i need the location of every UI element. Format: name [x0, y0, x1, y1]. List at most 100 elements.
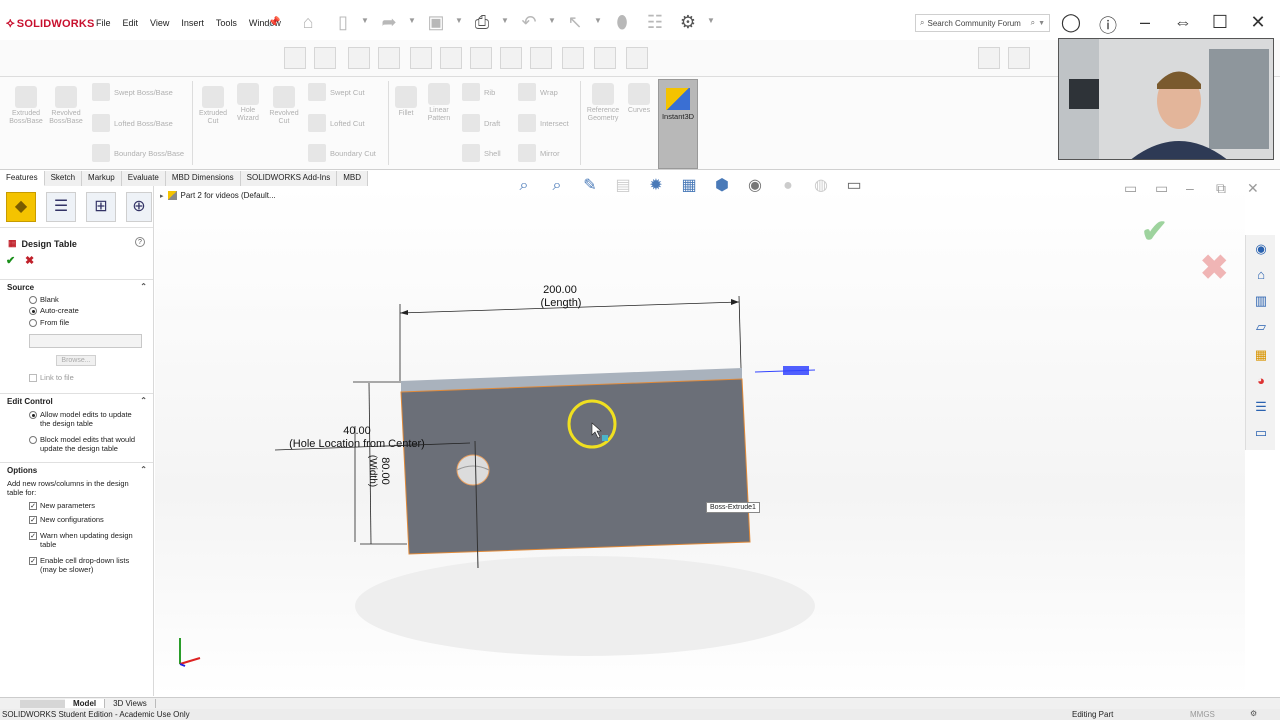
property-manager-icon[interactable]: ☰ — [46, 192, 76, 222]
tab-model[interactable]: Model — [65, 699, 106, 708]
open-icon[interactable]: ➦ — [377, 10, 401, 34]
toolbar-icon[interactable] — [594, 47, 616, 69]
revolved-boss-button[interactable]: Revolved Boss/Base — [46, 86, 86, 126]
draft-button[interactable]: Draft — [462, 114, 500, 132]
view-palette-icon[interactable]: ▦ — [1250, 345, 1272, 365]
link-checkbox[interactable] — [29, 374, 37, 382]
new-configurations-option[interactable]: ✓ New configurations — [29, 515, 104, 524]
source-group-header[interactable]: Source ⌃ — [0, 279, 153, 293]
menu-view[interactable]: View — [150, 18, 169, 28]
tab-scroll-nav[interactable] — [20, 699, 65, 708]
dim-width-value[interactable]: 80.00 — [379, 457, 391, 485]
search-community-input[interactable]: ⌕ Search Community Forum ⌕ ▼ — [915, 14, 1050, 32]
home-icon[interactable]: ⌂ — [1250, 265, 1272, 285]
help-icon[interactable]: ⓘ — [1096, 12, 1120, 38]
radio-block[interactable] — [29, 436, 37, 444]
extruded-cut-button[interactable]: Extruded Cut — [195, 86, 231, 126]
restore-icon[interactable]: ⇔ — [1171, 12, 1195, 33]
select-icon[interactable]: ↖ — [563, 10, 587, 34]
tab-mbd[interactable]: MBD — [337, 171, 369, 186]
rebuild-icon[interactable]: ⬮ — [610, 10, 634, 34]
tab-features[interactable]: Features — [0, 171, 45, 186]
toolbar-icon[interactable] — [348, 47, 370, 69]
forum-icon[interactable]: ▭ — [1250, 423, 1272, 443]
boundary-cut-button[interactable]: Boundary Cut — [308, 144, 376, 162]
file-path-input[interactable] — [29, 334, 142, 348]
menu-insert[interactable]: Insert — [181, 18, 204, 28]
dim-xpert-icon[interactable]: ⊕ — [126, 192, 152, 222]
warn-updating-option[interactable]: ✓ Warn when updating design table — [29, 531, 144, 549]
toolbar-icon[interactable] — [530, 47, 552, 69]
toolbar-icon[interactable] — [500, 47, 522, 69]
swept-boss-button[interactable]: Swept Boss/Base — [92, 83, 173, 101]
tab-mbd-dimensions[interactable]: MBD Dimensions — [166, 171, 241, 186]
checkbox-checked[interactable]: ✓ — [29, 516, 37, 524]
user-account-icon[interactable]: ◯ — [1059, 12, 1083, 33]
appearances-icon[interactable]: ◕ — [1250, 371, 1272, 391]
solidworks-resources-icon[interactable]: ◉ — [1250, 239, 1272, 259]
dim-hole-value[interactable]: 40.00 — [343, 425, 371, 437]
instant3d-button[interactable]: Instant3D — [658, 79, 698, 169]
search-submit-icon[interactable]: ⌕ — [1031, 18, 1035, 28]
tab-sketch[interactable]: Sketch — [45, 171, 83, 186]
checkbox-checked[interactable]: ✓ — [29, 502, 37, 510]
toolbar-icon[interactable] — [470, 47, 492, 69]
hole-wizard-button[interactable]: Hole Wizard — [231, 83, 265, 123]
menu-edit[interactable]: Edit — [123, 18, 139, 28]
save-icon[interactable]: ▣ — [424, 10, 448, 34]
options-gear-icon[interactable]: ⚙ — [676, 10, 700, 34]
extruded-boss-button[interactable]: Extruded Boss/Base — [6, 86, 46, 126]
help-icon[interactable]: ? — [135, 237, 145, 247]
checkbox-checked[interactable]: ✓ — [29, 532, 37, 540]
boundary-boss-button[interactable]: Boundary Boss/Base — [92, 144, 184, 162]
browse-button[interactable]: Browse... — [56, 355, 96, 366]
toolbar-icon[interactable] — [1008, 47, 1030, 69]
rib-button[interactable]: Rib — [462, 83, 495, 101]
intersect-button[interactable]: Intersect — [518, 114, 569, 132]
undo-icon[interactable]: ↶ — [517, 10, 541, 34]
toolbar-icon[interactable] — [410, 47, 432, 69]
swept-cut-button[interactable]: Swept Cut — [308, 83, 365, 101]
chevron-down-icon[interactable]: ▼ — [361, 16, 369, 25]
menu-tools[interactable]: Tools — [216, 18, 237, 28]
configuration-manager-icon[interactable]: ⊞ — [86, 192, 116, 222]
collapse-icon[interactable]: ⌃ — [140, 465, 147, 474]
solidworks-logo[interactable]: ⟡ SOLIDWORKS — [6, 15, 95, 31]
tab-solidworks-addins[interactable]: SOLIDWORKS Add-Ins — [241, 171, 338, 186]
checkbox-checked[interactable]: ✓ — [29, 557, 37, 565]
design-library-icon[interactable]: ▥ — [1250, 291, 1272, 311]
options-group-header[interactable]: Options ⌃ — [0, 462, 153, 476]
pin-icon[interactable]: 📌 — [268, 17, 280, 28]
shell-button[interactable]: Shell — [462, 144, 501, 162]
toolbar-icon[interactable] — [378, 47, 400, 69]
toolbar-icon[interactable] — [562, 47, 584, 69]
curves-button[interactable]: Curves — [624, 83, 654, 115]
units-status[interactable]: MMGS — [1190, 710, 1215, 719]
lofted-boss-button[interactable]: Lofted Boss/Base — [92, 114, 173, 132]
tab-3d-views[interactable]: 3D Views — [105, 699, 156, 708]
print-icon[interactable]: ⎙ — [470, 10, 494, 34]
radio-fromfile[interactable] — [29, 319, 37, 327]
toolbar-icon[interactable] — [978, 47, 1000, 69]
toolbar-icon[interactable] — [314, 47, 336, 69]
customize-icon[interactable]: ⚙ — [1250, 709, 1257, 718]
ok-icon[interactable]: ✔ — [6, 254, 15, 267]
source-blank-option[interactable]: Blank — [29, 295, 59, 304]
menu-file[interactable]: File — [96, 18, 111, 28]
chevron-down-icon[interactable]: ▼ — [1038, 20, 1045, 27]
maximize-icon[interactable]: ☐ — [1208, 12, 1232, 33]
toolbar-icon[interactable] — [626, 47, 648, 69]
feature-manager-icon[interactable]: ◆ — [6, 192, 36, 222]
radio-blank[interactable] — [29, 296, 37, 304]
block-model-edits-option[interactable]: Block model edits that would update the … — [29, 435, 144, 453]
edit-control-group-header[interactable]: Edit Control ⌃ — [0, 393, 153, 407]
source-fromfile-option[interactable]: From file — [29, 318, 69, 327]
custom-properties-icon[interactable]: ☰ — [1250, 397, 1272, 417]
collapse-icon[interactable]: ⌃ — [140, 282, 147, 291]
collapse-icon[interactable]: ⌃ — [140, 396, 147, 405]
model-view[interactable]: 200.00 (Length) 80.00 (Width) 40.00 (Hol… — [155, 186, 1245, 696]
radio-allow[interactable] — [29, 411, 37, 419]
window-close-icon[interactable]: ✕ — [1247, 180, 1259, 197]
reference-geometry-button[interactable]: Reference Geometry — [583, 83, 623, 123]
linear-pattern-button[interactable]: Linear Pattern — [420, 83, 458, 123]
